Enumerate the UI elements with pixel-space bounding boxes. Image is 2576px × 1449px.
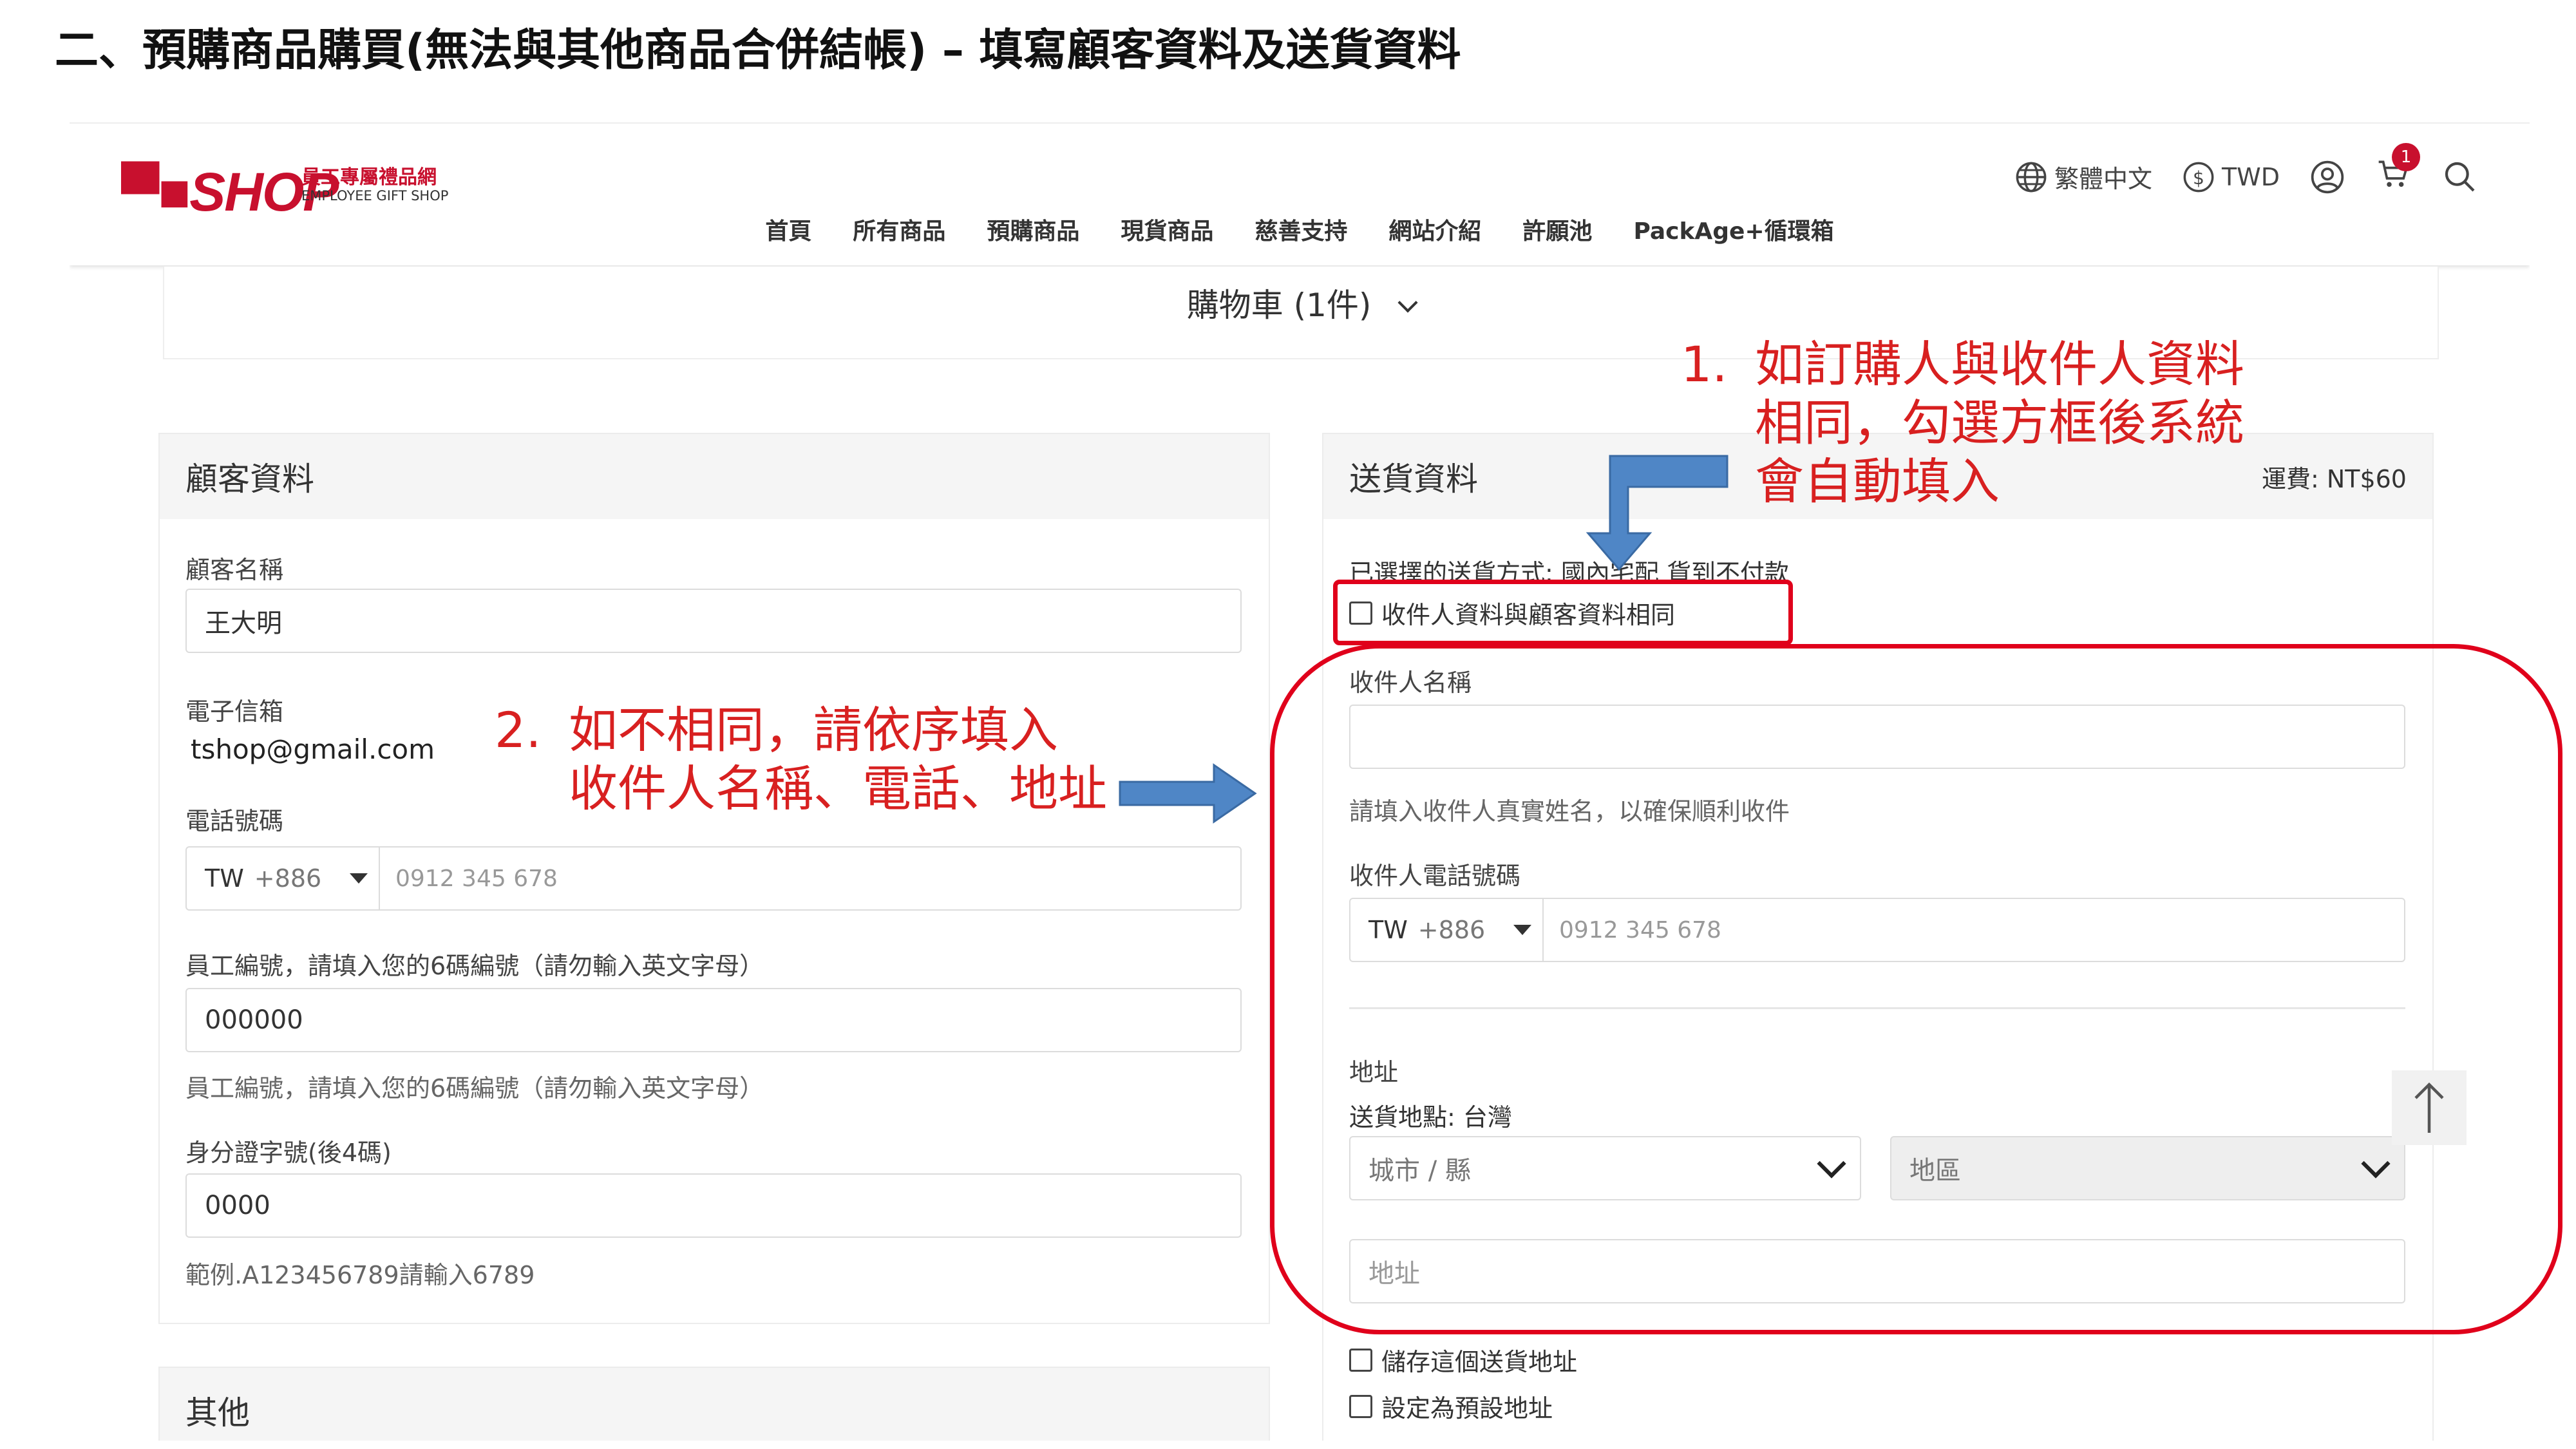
dropdown-triangle-icon	[350, 873, 368, 884]
site-header: ▀■SHOP 員工專屬禮品網 EMPLOYEE GIFT SHOP 繁體中文 $	[70, 124, 2530, 265]
checkbox-icon	[1349, 1394, 1372, 1418]
nav-preorder[interactable]: 預購商品	[987, 213, 1079, 246]
nav-all-products[interactable]: 所有商品	[853, 213, 945, 246]
annotation-1-line: 如訂購人與收件人資料	[1755, 336, 2244, 393]
customer-name-value: 王大明	[205, 609, 282, 638]
logo-subtitle-cn: 員工專屬禮品網	[301, 166, 437, 189]
dollar-icon: $	[2183, 162, 2214, 192]
email-value[interactable]: tshop@gmail.com	[191, 734, 435, 765]
checkbox-icon	[1349, 1348, 1372, 1372]
chevron-down-icon	[1397, 292, 1418, 313]
nav-package[interactable]: PackAge+循環箱	[1633, 213, 1833, 246]
language-selector[interactable]: 繁體中文	[2014, 159, 2152, 194]
customer-panel-title: 顧客資料	[185, 460, 314, 498]
phone-country-select[interactable]: TW +886	[187, 848, 380, 909]
id-number-hint: 範例.A123456789請輸入6789	[185, 1261, 535, 1289]
cart-summary[interactable]: 購物車 (1件)	[164, 279, 2438, 326]
nav-wishlist[interactable]: 許願池	[1522, 213, 1592, 246]
customer-name-input[interactable]: 王大明	[185, 589, 1242, 653]
nav-charity[interactable]: 慈善支持	[1255, 213, 1347, 246]
customer-panel: 顧客資料 顧客名稱 王大明 電子信箱 tshop@gmail.com 電話號碼 …	[158, 433, 1270, 1324]
main-nav: 首頁 所有商品 預購商品 現貨商品 慈善支持 網站介紹 許願池 PackAge+…	[70, 213, 2530, 246]
annotation-2-line: 收件人名稱、電話、地址	[569, 760, 1107, 818]
bent-arrow-icon	[1586, 455, 1728, 571]
annotation-2-number: 2.	[495, 701, 542, 759]
customer-panel-header: 顧客資料	[160, 434, 1269, 519]
currency-selector[interactable]: $ TWD	[2182, 160, 2280, 194]
globe-icon	[2016, 162, 2047, 192]
id-number-value: 0000	[205, 1191, 270, 1220]
nav-in-stock[interactable]: 現貨商品	[1121, 213, 1213, 246]
employee-id-input[interactable]: 000000	[185, 988, 1242, 1052]
set-default-label: 設定為預設地址	[1381, 1394, 1553, 1423]
cart-button[interactable]: 1	[2375, 143, 2420, 198]
save-address-checkbox[interactable]: 儲存這個送貨地址	[1349, 1342, 1577, 1378]
slide-title: 二、預購商品購買(無法與其他商品合併結帳) – 填寫顧客資料及送貨資料	[55, 25, 1461, 76]
phone-code: +886	[254, 864, 322, 893]
highlight-checkbox-box	[1333, 580, 1793, 645]
employee-id-value: 000000	[205, 1005, 303, 1035]
annotation-1-number: 1.	[1681, 336, 1728, 393]
user-icon[interactable]	[2309, 159, 2345, 195]
svg-text:$: $	[2193, 167, 2204, 188]
other-panel-title: 其他	[185, 1394, 250, 1432]
email-label: 電子信箱	[185, 697, 284, 726]
nav-home[interactable]: 首頁	[765, 213, 811, 246]
annotation-2-line: 如不相同，請依序填入	[569, 701, 1058, 759]
phone-placeholder: 0912 345 678	[395, 865, 558, 892]
annotation-1-line: 相同，勾選方框後系統	[1755, 394, 2244, 452]
annotation-1-line: 會自動填入	[1755, 453, 2000, 511]
phone-country: TW	[205, 864, 244, 893]
search-icon[interactable]	[2442, 159, 2478, 195]
id-number-label: 身分證字號(後4碼)	[185, 1139, 392, 1167]
employee-id-label: 員工編號，請填入您的6碼編號（請勿輸入英文字母）	[185, 952, 764, 980]
shipping-fee: 運費: NT$60	[2261, 464, 2407, 493]
customer-name-label: 顧客名稱	[185, 556, 284, 584]
other-panel: 其他	[158, 1367, 1270, 1441]
save-address-label: 儲存這個送貨地址	[1381, 1348, 1578, 1376]
cart-summary-label: 購物車 (1件)	[1186, 287, 1372, 324]
highlight-recipient-area	[1270, 644, 2562, 1334]
header-tools: 繁體中文 $ TWD 1	[2014, 143, 2478, 198]
set-default-checkbox[interactable]: 設定為預設地址	[1349, 1388, 1553, 1424]
phone-input[interactable]: TW +886 0912 345 678	[185, 846, 1242, 911]
phone-label: 電話號碼	[185, 807, 284, 835]
language-label: 繁體中文	[2054, 165, 2152, 193]
employee-id-hint: 員工編號，請填入您的6碼編號（請勿輸入英文字母）	[185, 1074, 764, 1103]
cart-count-badge: 1	[2392, 143, 2420, 171]
nav-about[interactable]: 網站介紹	[1388, 213, 1481, 246]
shipping-panel-title: 送貨資料	[1349, 460, 1478, 498]
arrow-right-icon	[1119, 763, 1257, 824]
other-panel-header: 其他	[160, 1368, 1269, 1441]
currency-label: TWD	[2221, 162, 2280, 191]
logo-subtitle-en: EMPLOYEE GIFT SHOP	[301, 188, 449, 204]
id-number-input[interactable]: 0000	[185, 1173, 1242, 1238]
